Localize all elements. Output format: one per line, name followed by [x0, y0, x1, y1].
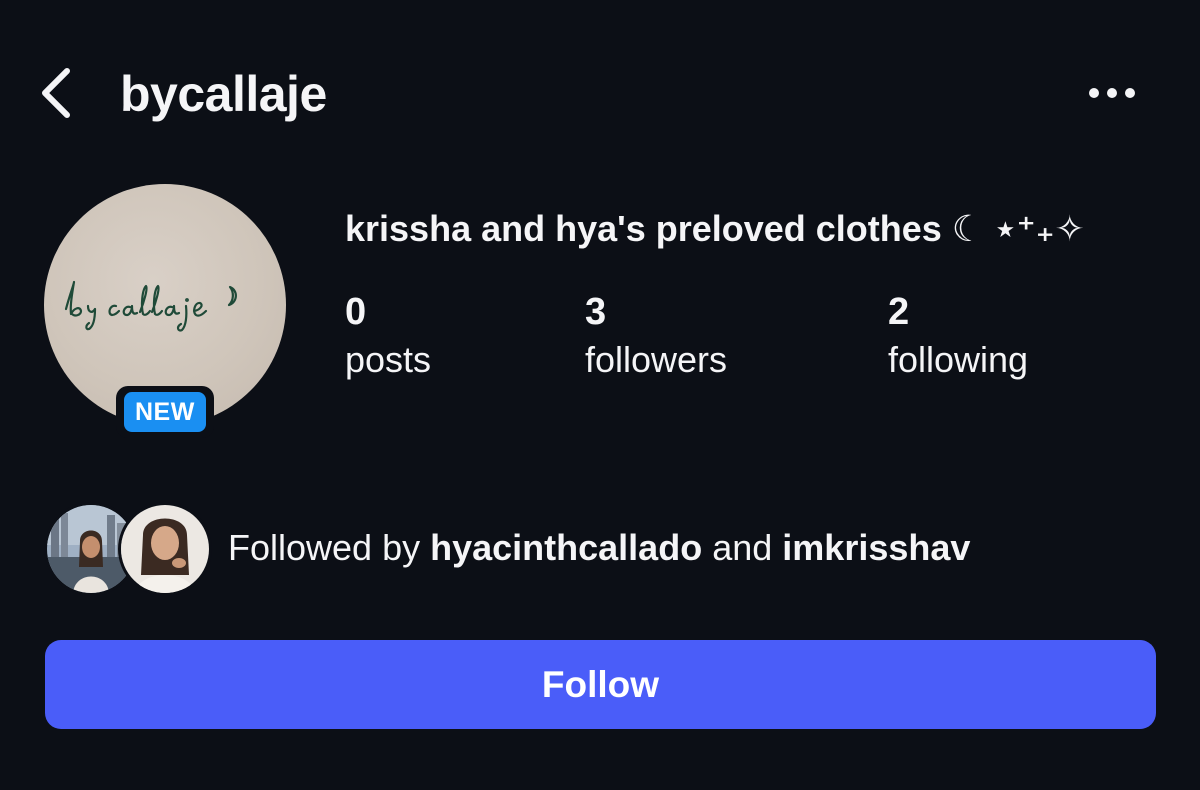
more-horizontal-icon: [1089, 88, 1135, 98]
followed-by-prefix: Followed by: [228, 527, 421, 568]
stat-followers-value: 3: [585, 291, 607, 333]
stat-followers-label: followers: [585, 339, 728, 380]
stat-posts-value: 0: [345, 291, 367, 333]
avatar-photo-portrait: [121, 505, 209, 593]
stat-posts[interactable]: 0 posts: [345, 290, 431, 382]
profile-username: bycallaje: [120, 66, 327, 122]
mutual-follower-avatar-2[interactable]: [118, 502, 212, 596]
followed-by-conjunction: and: [712, 527, 773, 568]
followed-by-text: Followed by hyacinthcallado and imkrissh…: [228, 526, 970, 570]
profile-page: bycallaje NEW krissha and hya's preloved…: [0, 0, 1200, 790]
new-badge-label: NEW: [124, 392, 206, 432]
stat-posts-label: posts: [345, 339, 432, 380]
followed-by-user-2[interactable]: imkrisshav: [782, 527, 970, 568]
stat-followers[interactable]: 3 followers: [585, 290, 727, 382]
profile-display-name: krissha and hya's preloved clothes ☾ ⋆⁺₊…: [345, 208, 1085, 249]
mutual-followers-avatars: [44, 502, 212, 596]
stat-following[interactable]: 2 following: [888, 290, 1028, 382]
new-badge: NEW: [116, 386, 214, 438]
followed-by-user-1[interactable]: hyacinthcallado: [430, 527, 702, 568]
stat-following-label: following: [888, 339, 1029, 380]
chevron-left-icon: [42, 68, 70, 118]
more-options-button[interactable]: [1080, 70, 1144, 116]
stat-following-value: 2: [888, 291, 910, 333]
follow-button[interactable]: Follow: [45, 640, 1156, 729]
back-button[interactable]: [22, 58, 92, 128]
